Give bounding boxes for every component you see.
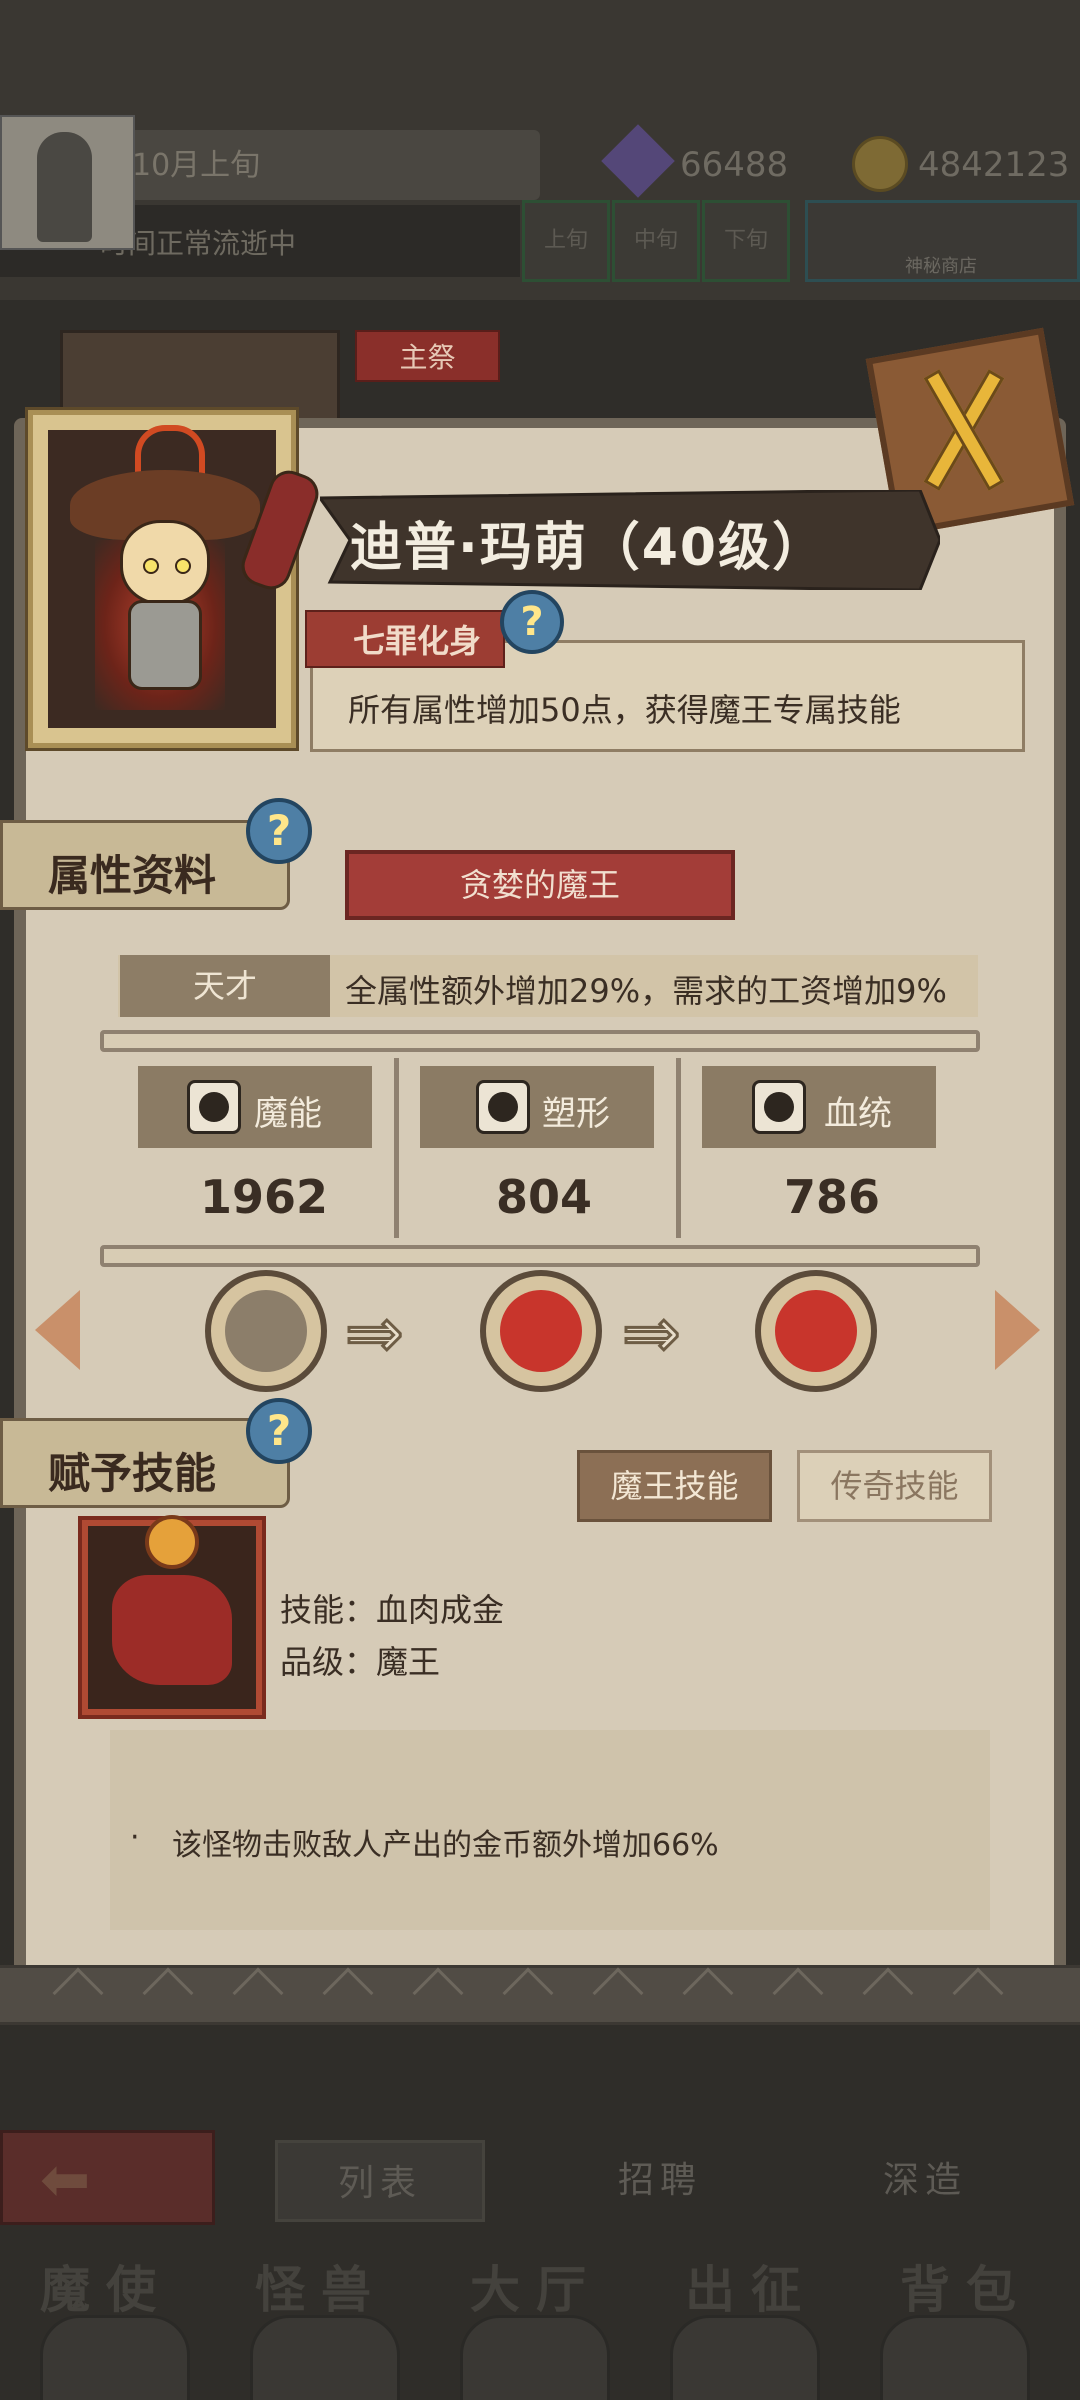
- avatar-figure-icon: [37, 132, 92, 242]
- trait-help-icon[interactable]: ?: [500, 590, 564, 654]
- tab-list[interactable]: 列表: [275, 2140, 485, 2222]
- flesh-to-gold-icon: [112, 1575, 232, 1685]
- stat-value: 804: [496, 1170, 593, 1224]
- eye-icon: [143, 558, 159, 574]
- demon-skill-button[interactable]: 魔王技能: [577, 1450, 772, 1522]
- legend-skill-button[interactable]: 传奇技能: [797, 1450, 992, 1522]
- trait-tag: 七罪化身: [305, 610, 505, 668]
- skills-help-icon[interactable]: ?: [246, 1398, 312, 1464]
- evolution-stage-3: [755, 1270, 877, 1392]
- blood-gear-icon: [752, 1080, 806, 1134]
- title-banner: 贪婪的魔王: [345, 850, 735, 920]
- character-body: [128, 600, 202, 690]
- skull-icon: [40, 2315, 190, 2400]
- stat-name: 塑形: [542, 1094, 610, 1134]
- attributes-section-title: 属性资料: [48, 851, 217, 900]
- skill-description: 该怪物击败敌人产出的金币额外增加66%: [172, 1828, 719, 1863]
- backpack-icon: [880, 2315, 1030, 2400]
- stat-divider: [394, 1058, 399, 1238]
- skill-name: 技能：血肉成金: [280, 1591, 505, 1629]
- tab-forge[interactable]: 深造: [820, 2140, 1030, 2222]
- character-name: 迪普·玛萌（40级）: [350, 518, 827, 578]
- segment-mid[interactable]: 中旬: [612, 200, 700, 282]
- nav-hall[interactable]: 大厅: [470, 2250, 602, 2322]
- talent-tag: 天才: [120, 955, 330, 1017]
- stat-value: 1962: [200, 1170, 329, 1224]
- red-demon-face-icon: [500, 1290, 582, 1372]
- eye-icon: [175, 558, 191, 574]
- back-arrow-icon: ⬅: [40, 2145, 91, 2215]
- character-face: [120, 520, 210, 605]
- crystal-count: 66488: [680, 145, 789, 185]
- trait-description: 所有属性增加50点，获得魔王专属技能: [348, 691, 901, 729]
- evolution-stage-2: [480, 1270, 602, 1392]
- gold-coin-icon: [852, 136, 908, 192]
- stat-header: [420, 1066, 654, 1148]
- nav-monsters[interactable]: 怪兽: [255, 2250, 387, 2322]
- segment-late[interactable]: 下旬: [702, 200, 790, 282]
- nav-envoy[interactable]: 魔使: [40, 2250, 172, 2322]
- stats-rail-top: [100, 1030, 980, 1052]
- player-avatar[interactable]: [0, 115, 135, 250]
- red-demon-face-icon: [775, 1290, 857, 1372]
- expedition-icon: [670, 2315, 820, 2400]
- talent-description: 全属性额外增加29%，需求的工资增加9%: [345, 972, 947, 1010]
- evolution-arrow-icon: ⇒: [621, 1292, 683, 1374]
- stats-rail-bottom: [100, 1245, 980, 1267]
- stat-header: [702, 1066, 936, 1148]
- evolution-arrow-icon: ⇒: [344, 1292, 406, 1374]
- hooded-silhouette-icon: [225, 1290, 307, 1372]
- back-button[interactable]: [0, 2130, 215, 2225]
- gold-count: 4842123: [918, 145, 1070, 185]
- evolution-stage-1: [205, 1270, 327, 1392]
- stat-bloodline: 血统 786: [686, 1058, 950, 1238]
- stat-value: 786: [784, 1170, 881, 1224]
- flame-skull-icon: [145, 1515, 199, 1569]
- segment-early[interactable]: 上旬: [522, 200, 610, 282]
- monster-icon: [250, 2315, 400, 2400]
- stat-divider: [676, 1058, 681, 1238]
- skill-bullet: ·: [130, 1820, 140, 1855]
- mystery-shop-label: 神秘商店: [905, 256, 977, 277]
- armor-icon: [476, 1080, 530, 1134]
- nav-backpack[interactable]: 背包: [900, 2250, 1032, 2322]
- tab-recruit[interactable]: 招聘: [555, 2140, 765, 2222]
- attributes-help-icon[interactable]: ?: [246, 798, 312, 864]
- next-character-button[interactable]: [975, 1275, 1045, 1385]
- prev-character-button[interactable]: [30, 1275, 100, 1385]
- skills-section-title: 赋予技能: [48, 1449, 217, 1498]
- stat-name: 魔能: [254, 1094, 322, 1134]
- tab-main-priest[interactable]: 主祭: [355, 330, 500, 382]
- magic-claw-icon: [187, 1080, 241, 1134]
- chevron-left-icon: [35, 1290, 80, 1370]
- chevron-right-icon: [995, 1290, 1040, 1370]
- date-label: 10月上旬: [132, 148, 261, 183]
- skill-grade: 品级：魔王: [280, 1643, 441, 1681]
- stat-shaping: 塑形 804: [404, 1058, 668, 1238]
- stat-magic: 魔能 1962: [122, 1058, 386, 1238]
- nav-expedition[interactable]: 出征: [685, 2250, 817, 2322]
- hall-icon: [460, 2315, 610, 2400]
- stat-name: 血统: [824, 1094, 892, 1134]
